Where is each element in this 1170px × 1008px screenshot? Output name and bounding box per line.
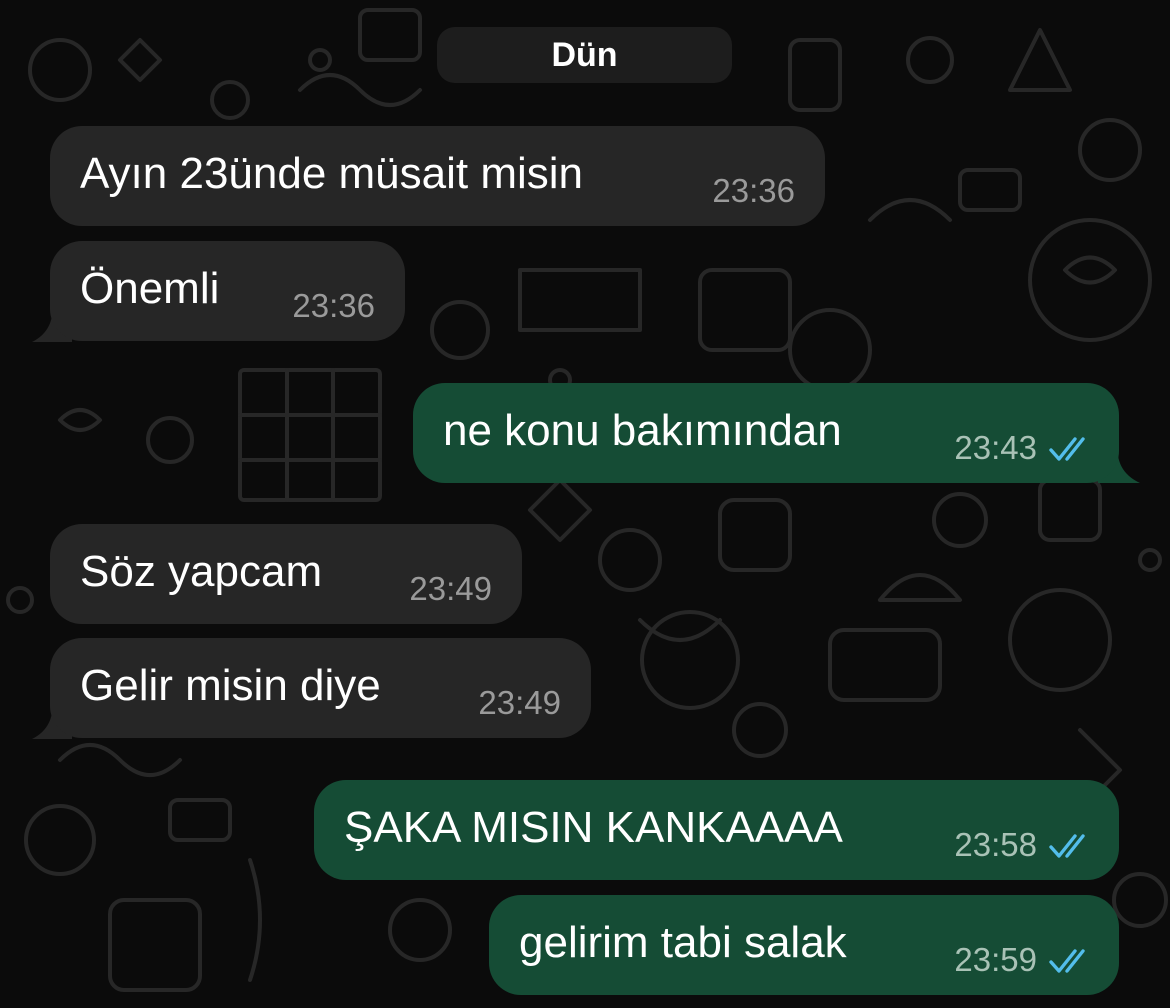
message-bubble-incoming[interactable]: Söz yapcam 23:49 [50,524,522,624]
message-text: ne konu bakımından [443,406,842,455]
message-bubble-outgoing[interactable]: ŞAKA MISIN KANKAAAA 23:58 [314,780,1119,880]
message-text: Gelir misin diye [80,661,381,710]
message-timestamp: 23:49 [478,684,561,721]
message-timestamp: 23:59 [954,941,1037,978]
double-check-read-icon [1049,834,1085,858]
message-timestamp: 23:49 [409,570,492,607]
message-text: Ayın 23ünde müsait misin [80,149,584,198]
message-bubble-incoming[interactable]: Ayın 23ünde müsait misin 23:36 [50,126,825,226]
double-check-read-icon [1049,437,1085,461]
message-timestamp: 23:36 [712,172,795,209]
date-separator: Dün [437,27,732,83]
message-bubble-outgoing[interactable]: gelirim tabi salak 23:59 [489,895,1119,995]
message-timestamp: 23:36 [292,287,375,324]
double-check-read-icon [1049,949,1085,973]
message-text: gelirim tabi salak [519,918,847,967]
message-text: Söz yapcam [80,547,323,596]
message-bubble-outgoing[interactable]: ne konu bakımından 23:43 [413,383,1119,483]
message-bubble-incoming[interactable]: Gelir misin diye 23:49 [50,638,591,738]
message-text: Önemli [80,264,220,313]
message-text: ŞAKA MISIN KANKAAAA [344,803,843,852]
message-timestamp: 23:43 [954,429,1037,466]
message-timestamp: 23:58 [954,826,1037,863]
date-label: Dün [551,35,618,74]
message-bubble-incoming[interactable]: Önemli 23:36 [50,241,405,341]
